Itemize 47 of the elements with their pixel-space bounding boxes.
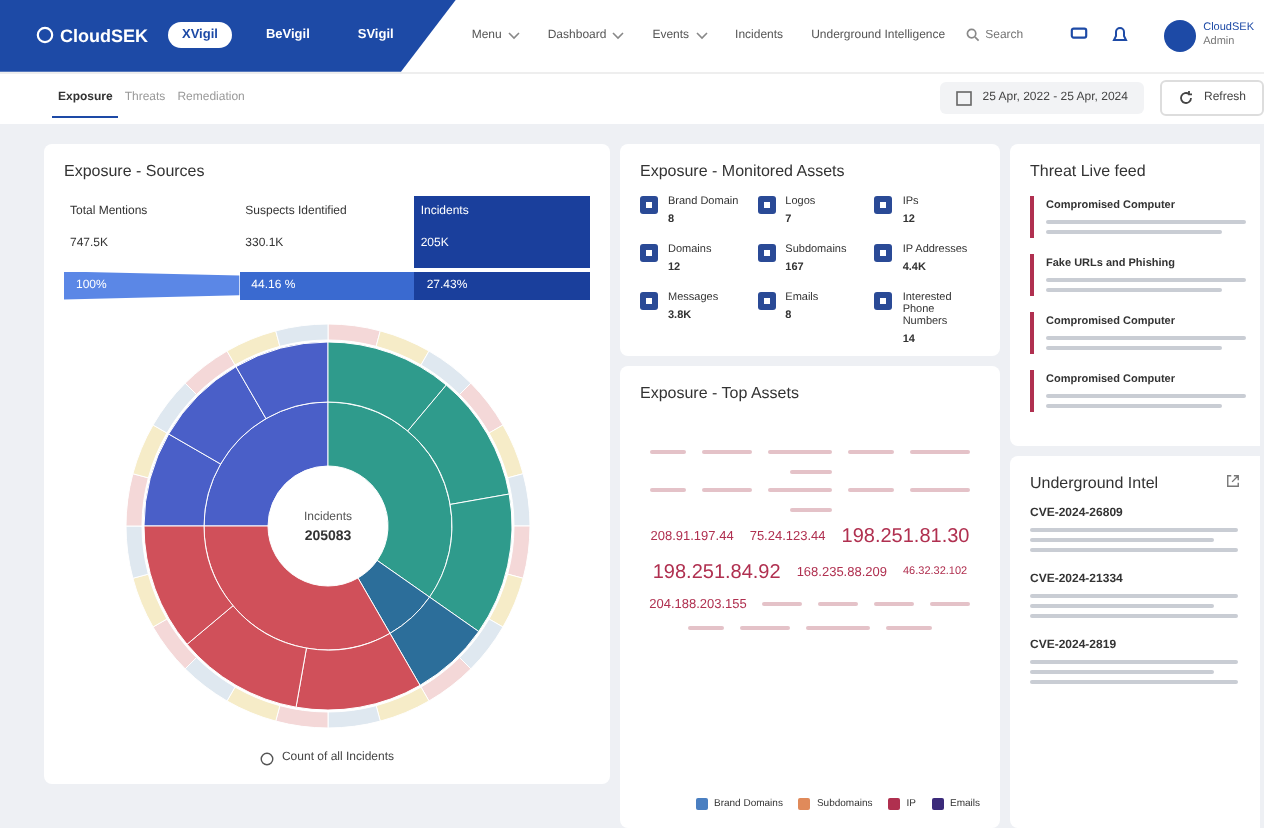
blurred-word (789, 469, 831, 474)
blurred-word (768, 487, 832, 492)
external-link-icon[interactable] (1226, 473, 1240, 488)
info-icon (259, 751, 274, 766)
asset-icon (757, 243, 776, 262)
card-title: Underground Intel (1030, 473, 1159, 492)
blurred-word (930, 602, 971, 607)
caret-icon (695, 31, 708, 40)
blurred-word (650, 449, 686, 454)
blurred-word (910, 487, 970, 492)
asset-icon (874, 195, 893, 214)
blurred-word (702, 487, 752, 492)
blurred-word (806, 625, 870, 630)
search-icon (965, 28, 980, 43)
blurred-word (740, 625, 790, 630)
blurred-word (874, 602, 915, 607)
caret-icon (507, 31, 520, 40)
asset-icon (874, 291, 893, 310)
blurred-word (886, 625, 932, 630)
blurred-word (818, 602, 859, 607)
asset-icon (757, 291, 776, 310)
blurred-word (702, 449, 752, 454)
asset-icon (874, 243, 893, 262)
blurred-word (650, 487, 686, 492)
avatar[interactable] (1163, 19, 1196, 52)
logo-icon (36, 26, 54, 45)
asset-icon (640, 243, 658, 262)
word-cloud-term[interactable]: 198.251.81.30 (841, 525, 970, 548)
refresh-icon (1177, 90, 1194, 107)
blurred-word (688, 625, 724, 630)
logo-text: CloudSEK (60, 25, 148, 46)
caret-icon (612, 31, 625, 40)
card-title: Exposure - Monitored Assets (640, 161, 847, 180)
card-title: Exposure - Sources (64, 161, 207, 180)
blurred-word (848, 487, 894, 492)
blurred-word (762, 602, 803, 607)
word-cloud-term[interactable]: 198.251.84.92 (652, 561, 781, 584)
asset-icon (757, 195, 776, 214)
card-title: Exposure - Top Assets (640, 383, 801, 402)
blurred-word (910, 449, 970, 454)
blurred-word (789, 507, 831, 512)
card-title: Threat Live feed (1030, 161, 1148, 180)
bell-icon[interactable] (1111, 26, 1128, 45)
blurred-word (848, 449, 894, 454)
blurred-word (768, 449, 832, 454)
asset-icon (640, 291, 658, 310)
asset-icon (640, 195, 658, 214)
